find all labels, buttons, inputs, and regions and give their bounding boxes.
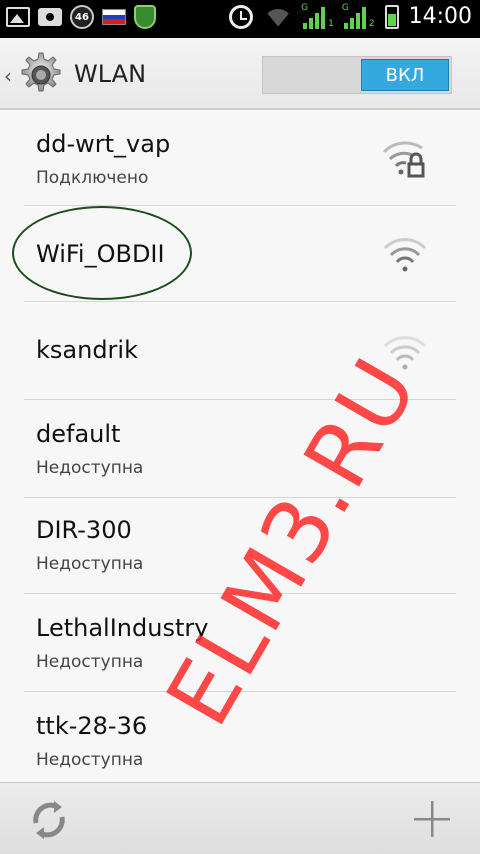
gear-icon[interactable] (16, 50, 66, 100)
list-item[interactable]: dd-wrt_vap Подключено (24, 110, 456, 206)
network-ssid: dd-wrt_vap (36, 130, 171, 158)
wifi-signal-icon (383, 238, 427, 272)
russian-flag-icon (102, 9, 126, 25)
network-status: Недоступна (36, 554, 144, 574)
list-item[interactable]: LethalIndustry Недоступна (24, 594, 456, 692)
count-badge: 46 (70, 5, 94, 29)
antivirus-shield-icon (134, 5, 156, 29)
highlight-oval (12, 206, 192, 300)
network-ssid: ttk-28-36 (36, 712, 148, 740)
sim1-network-type: G (301, 2, 309, 13)
network-status: Недоступна (36, 458, 144, 478)
sim2-network-type: G (341, 2, 349, 13)
camera-notification-icon (38, 8, 62, 26)
page-title: WLAN (74, 60, 147, 88)
wifi-lock-icon (382, 141, 425, 178)
chevron-left-icon[interactable]: ‹ (4, 64, 12, 88)
action-bar: ‹ WLAN ВКЛ (0, 38, 480, 110)
alarm-clock-icon (229, 4, 254, 29)
wifi-status-icon (263, 6, 293, 28)
wifi-signal-icon (383, 336, 427, 370)
list-item[interactable]: ksandrik (24, 302, 456, 400)
network-ssid: LethalIndustry (36, 614, 209, 642)
gallery-notification-icon (6, 7, 30, 27)
network-status: Недоступна (36, 652, 144, 672)
network-status: Подключено (36, 168, 149, 188)
network-ssid: ksandrik (36, 336, 138, 364)
network-ssid: DIR-300 (36, 516, 132, 544)
status-time: 14:00 (408, 4, 472, 29)
sim1-signal-icon: G 1 (301, 2, 334, 29)
sim1-number: 1 (328, 18, 334, 29)
bottom-action-bar (0, 782, 480, 854)
network-ssid: default (36, 420, 121, 448)
battery-icon (384, 4, 399, 29)
list-item[interactable]: default Недоступна (24, 400, 456, 498)
refresh-icon[interactable] (28, 799, 70, 841)
list-item[interactable]: DIR-300 Недоступна (24, 498, 456, 594)
status-bar: 46 G 1 G 2 14:00 (0, 0, 480, 38)
wifi-toggle-label: ВКЛ (361, 59, 449, 91)
sim2-number: 2 (368, 18, 375, 29)
wifi-toggle-switch[interactable]: ВКЛ (262, 56, 452, 94)
add-icon[interactable] (412, 799, 452, 839)
list-item[interactable]: ttk-28-36 Недоступна (24, 692, 456, 782)
network-status: Недоступна (36, 750, 144, 770)
sim2-signal-icon: G 2 (341, 2, 375, 29)
wifi-network-list: dd-wrt_vap Подключено WiFi_OBDII ksandri… (0, 110, 480, 782)
